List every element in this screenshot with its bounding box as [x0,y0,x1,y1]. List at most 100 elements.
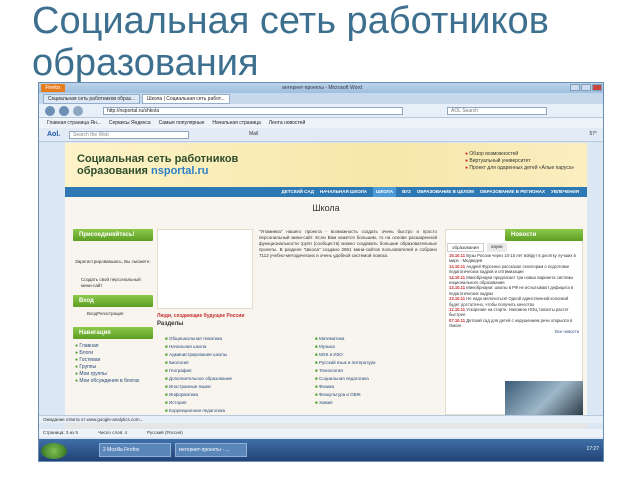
news-photo[interactable] [505,381,583,415]
section-link[interactable]: Информатика [165,391,232,399]
maximize-icon[interactable] [581,84,591,91]
all-news-link[interactable]: Все новости [449,329,579,334]
news-date: 12.10.11 [449,307,466,313]
search-input[interactable]: AOL Search [447,107,547,115]
window-controls [570,84,602,91]
news-text: Вузы России через 10-15 лет войдут в дес… [449,253,576,264]
news-item[interactable]: 13.10.11 Не надо мелочиться! Одной единс… [449,296,579,307]
menu-item-kindergarten[interactable]: ДЕТСКИЙ САД [282,187,314,197]
url-input[interactable]: http://nsportal.ru/shkola [103,107,403,115]
status-bar: Ожидание ответа от www.google-analytics.… [39,415,603,423]
news-item[interactable]: 14.10.11 Андрей Фурсенко рассказал сенат… [449,264,579,275]
news-text: Минобрнауки предлагает три новых вариант… [449,274,574,286]
section-link[interactable]: Дополнительное образование [165,375,232,383]
news-text: Детский сад для детей с нарушением речи … [449,317,573,329]
address-bar: http://nsportal.ru/shkola AOL Search [39,104,603,118]
forward-icon[interactable] [59,106,69,116]
register-text: Зарегистрировавшись, Вы сможете: [75,259,151,264]
menu-item-school[interactable]: ШКОЛА [373,187,397,197]
section-link[interactable]: Музыка [315,343,376,351]
header-link[interactable]: Проект для одаренных детей «Алые паруса» [465,165,574,172]
news-item[interactable]: 12.10.11 Ускорение на старте. Напомню НО… [449,307,579,318]
bookmark-item[interactable]: Главная страница Ян... [47,118,101,128]
promo-caption[interactable]: Люди, создающие будущее России [157,313,244,319]
logo-domain: nsportal.ru [151,165,209,177]
section-link[interactable]: Биология [165,359,232,367]
section-link[interactable]: Физика [315,383,376,391]
section-link[interactable]: География [165,367,232,375]
news-item[interactable]: 07.10.11 Детский сад для детей с нарушен… [449,318,579,329]
site-logo-line2[interactable]: образования nsportal.ru [77,165,208,177]
login-button[interactable]: Вход [73,295,153,307]
section-link[interactable]: Коррекционная педагогика [165,407,232,415]
menu-item-hobbies[interactable]: УВЛЕЧЕНИЯ [551,187,579,197]
site-header: Социальная сеть работников образования n… [65,143,587,187]
section-link[interactable]: История [165,399,232,407]
register-benefit: Создать свой персональный мини-сайт [81,277,141,288]
section-link[interactable]: Администрирование школы [165,351,232,359]
taskbar-item-word[interactable]: интернет-проекты - ... [175,443,247,457]
language-status[interactable]: Русский (Россия) [147,429,183,437]
taskbar-item-firefox[interactable]: 2 Mozilla Firefox [99,443,171,457]
site-logo[interactable]: Социальная сеть работников [77,153,238,165]
section-link[interactable]: Русский язык и литература [315,359,376,367]
aol-mail-button[interactable]: Mail [249,131,258,137]
news-item[interactable]: 13.10.11 Минобрнауки: школы в РФ не испы… [449,285,579,296]
minimize-icon[interactable] [570,84,580,91]
menu-item-primary-school[interactable]: НАЧАЛЬНАЯ ШКОЛА [320,187,367,197]
section-link[interactable]: Физкультура и ОБЖ [315,391,376,399]
slide-title: Социальная сеть работников образования [32,0,549,84]
reload-icon[interactable] [73,106,83,116]
register-link[interactable]: ВходРегистрация [87,311,124,317]
tab-science-news[interactable]: науки [486,243,507,252]
aol-search-input[interactable]: Search the Web [69,131,189,139]
back-icon[interactable] [45,106,55,116]
window-title-bar: Firefox интернет-проекты - Microsoft Wor… [39,83,603,93]
join-button[interactable]: Присоединяйтесь! [73,229,153,241]
section-link[interactable]: МХК и ИЗО [315,351,376,359]
news-item[interactable]: 14.10.11 Минобрнауки предлагает три новы… [449,275,579,286]
page-info: Страница: 3 из 5 [43,430,78,435]
word-status-bar: Страница: 3 из 5 Число слов: 4 Русский (… [39,429,603,437]
close-icon[interactable] [592,84,602,91]
tab-school[interactable]: Школа | Социальная сеть работ... [142,94,230,104]
section-link[interactable]: Математика [315,335,376,343]
bookmark-item[interactable]: Сервисы Яндекса [109,118,151,128]
news-text: Андрей Фурсенко рассказал сенаторам о по… [449,263,570,275]
nav-item[interactable]: Гостевая [75,357,139,364]
menu-item-education[interactable]: ОБРАЗОВАНИЕ В ЦЕЛОМ [417,187,474,197]
news-date: 13.10.11 [449,285,466,291]
section-link[interactable]: Социальная педагогика [315,375,376,383]
nav-item[interactable]: Мои обсуждения в блогах [75,378,139,385]
navigation-button[interactable]: Навигация [73,327,153,339]
logo-text: образования [77,165,152,177]
bookmark-item[interactable]: Лента новостей [269,118,305,128]
news-button[interactable]: Новости [505,229,583,241]
menu-item-university[interactable]: ВУЗ [402,187,411,197]
news-text: Ускорение на старте. Напомню НОЦ таланты… [449,307,569,318]
menu-item-regions[interactable]: ОБРАЗОВАНИЕ В РЕГИОНАХ [480,187,545,197]
sections-title: Разделы [157,321,184,327]
section-link[interactable]: Химия [315,399,376,407]
bookmark-item[interactable]: Начальная страница [212,118,260,128]
news-item[interactable]: 15.10.11 Вузы России через 10-15 лет вой… [449,253,579,264]
section-link[interactable]: Иностранные языки [165,383,232,391]
intro-text: "Упоминка" нашего проекта - возможность … [259,229,437,258]
start-button[interactable] [41,443,67,459]
section-link[interactable]: Начальная школа [165,343,232,351]
promo-image[interactable] [157,229,253,309]
firefox-menu-button[interactable]: Firefox [41,84,65,92]
section-link[interactable]: Технология [315,367,376,375]
nav-item[interactable]: Блоги [75,350,139,357]
nav-item[interactable]: Главная [75,343,139,350]
section-link[interactable]: Общешкольная тематика [165,335,232,343]
bookmark-item[interactable]: Самые популярные [159,118,205,128]
nav-item[interactable]: Группы [75,364,139,371]
header-link[interactable]: Виртуальный университет [465,158,574,165]
header-link[interactable]: Обзор возможностей [465,151,574,158]
tab-education-news[interactable]: образования [447,243,484,252]
header-links: Обзор возможностей Виртуальный университ… [465,151,574,172]
nav-item[interactable]: Мои группы [75,371,139,378]
tab-social-network[interactable]: Социальная сеть работников образ... [43,94,141,104]
screenshot-window: Firefox интернет-проекты - Microsoft Wor… [38,82,604,462]
